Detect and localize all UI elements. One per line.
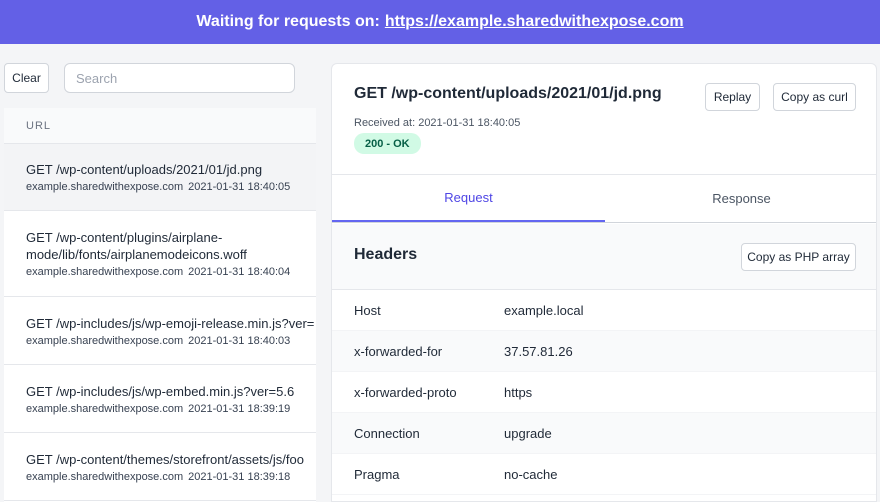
banner-url-link[interactable]: https://example.sharedwithexpose.com	[385, 13, 684, 31]
detail-tabs: Request Response	[332, 174, 876, 223]
list-item-meta: example.sharedwithexpose.com 2021-01-31 1…	[26, 403, 316, 415]
list-item-host: example.sharedwithexpose.com	[26, 266, 184, 278]
list-item-title: GET /wp-content/plugins/airplane-mode/li…	[26, 230, 247, 262]
list-item-title: GET /wp-content/uploads/2021/01/jd.png	[26, 162, 263, 177]
search-input[interactable]	[64, 63, 295, 93]
list-item-time: 2021-01-31 18:39:19	[188, 402, 291, 415]
received-at: Received at: 2021-01-31 18:40:05	[354, 117, 521, 129]
list-item-host: example.sharedwithexpose.com	[26, 470, 184, 483]
request-title: GET /wp-content/uploads/2021/01/jd.png	[354, 85, 662, 102]
header-key: Pragma	[354, 466, 400, 482]
header-key: x-forwarded-proto	[354, 384, 457, 400]
header-row: Pragma no-cache	[332, 454, 876, 495]
list-item-title: GET /wp-includes/js/wp-embed.min.js?ver=…	[26, 383, 295, 399]
headers-section-header: Headers Copy as PHP array	[332, 224, 876, 290]
header-row: Host example.local	[332, 290, 876, 331]
list-item-host: example.sharedwithexpose.com	[26, 402, 184, 415]
list-item-meta: example.sharedwithexpose.com 2021-01-31 1…	[26, 471, 316, 483]
list-item-meta: example.sharedwithexpose.com 2021-01-31 1…	[26, 266, 316, 278]
list-item-meta: example.sharedwithexpose.com 2021-01-31 1…	[26, 335, 316, 347]
request-detail-panel: GET /wp-content/uploads/2021/01/jd.png R…	[331, 63, 877, 502]
header-key: Host	[354, 302, 381, 318]
header-value: no-cache	[504, 466, 558, 482]
banner-text: Waiting for requests on:	[196, 13, 380, 30]
list-item-time: 2021-01-31 18:40:04	[188, 266, 291, 278]
top-banner: Waiting for requests on: https://example…	[0, 0, 880, 44]
replay-button[interactable]: Replay	[705, 83, 760, 111]
list-item[interactable]: GET /wp-includes/js/wp-emoji-release.min…	[4, 297, 316, 365]
list-item-time: 2021-01-31 18:39:18	[188, 470, 291, 483]
header-value: example.local	[504, 302, 584, 318]
list-item[interactable]: GET /wp-content/themes/storefront/assets…	[4, 433, 316, 501]
list-item-time: 2021-01-31 18:40:05	[188, 181, 291, 193]
list-item-host: example.sharedwithexpose.com	[26, 334, 184, 347]
tab-response[interactable]: Response	[605, 175, 876, 222]
header-value: https	[504, 384, 533, 400]
header-value: upgrade	[504, 425, 552, 441]
request-list: URL GET /wp-content/uploads/2021/01/jd.p…	[4, 108, 316, 502]
header-value: 37.57.81.26	[504, 343, 573, 359]
list-item-meta: example.sharedwithexpose.com 2021-01-31 1…	[26, 181, 316, 193]
list-item-host: example.sharedwithexpose.com	[26, 181, 184, 193]
header-row: x-forwarded-proto https	[332, 372, 876, 413]
header-key: Connection	[354, 425, 420, 441]
header-key: x-forwarded-for	[354, 343, 443, 359]
list-item[interactable]: GET /wp-content/uploads/2021/01/jd.png e…	[4, 144, 316, 211]
tab-request[interactable]: Request	[332, 175, 605, 222]
list-item[interactable]: GET /wp-includes/js/wp-embed.min.js?ver=…	[4, 365, 316, 433]
list-header-url: URL	[4, 108, 316, 144]
headers-title: Headers	[354, 246, 418, 263]
status-badge: 200 - OK	[354, 133, 421, 154]
headers-table: Host example.local x-forwarded-for 37.57…	[332, 290, 876, 495]
list-item[interactable]: GET /wp-content/plugins/airplane-mode/li…	[4, 211, 316, 297]
header-row: Connection upgrade	[332, 413, 876, 454]
list-item-title: GET /wp-includes/js/wp-emoji-release.min…	[26, 315, 315, 331]
copy-as-curl-button[interactable]: Copy as curl	[773, 83, 856, 111]
copy-as-php-array-button[interactable]: Copy as PHP array	[741, 243, 856, 271]
list-item-title: GET /wp-content/themes/storefront/assets…	[26, 451, 304, 467]
clear-button[interactable]: Clear	[4, 63, 49, 93]
list-item-time: 2021-01-31 18:40:03	[188, 334, 291, 347]
header-row: x-forwarded-for 37.57.81.26	[332, 331, 876, 372]
